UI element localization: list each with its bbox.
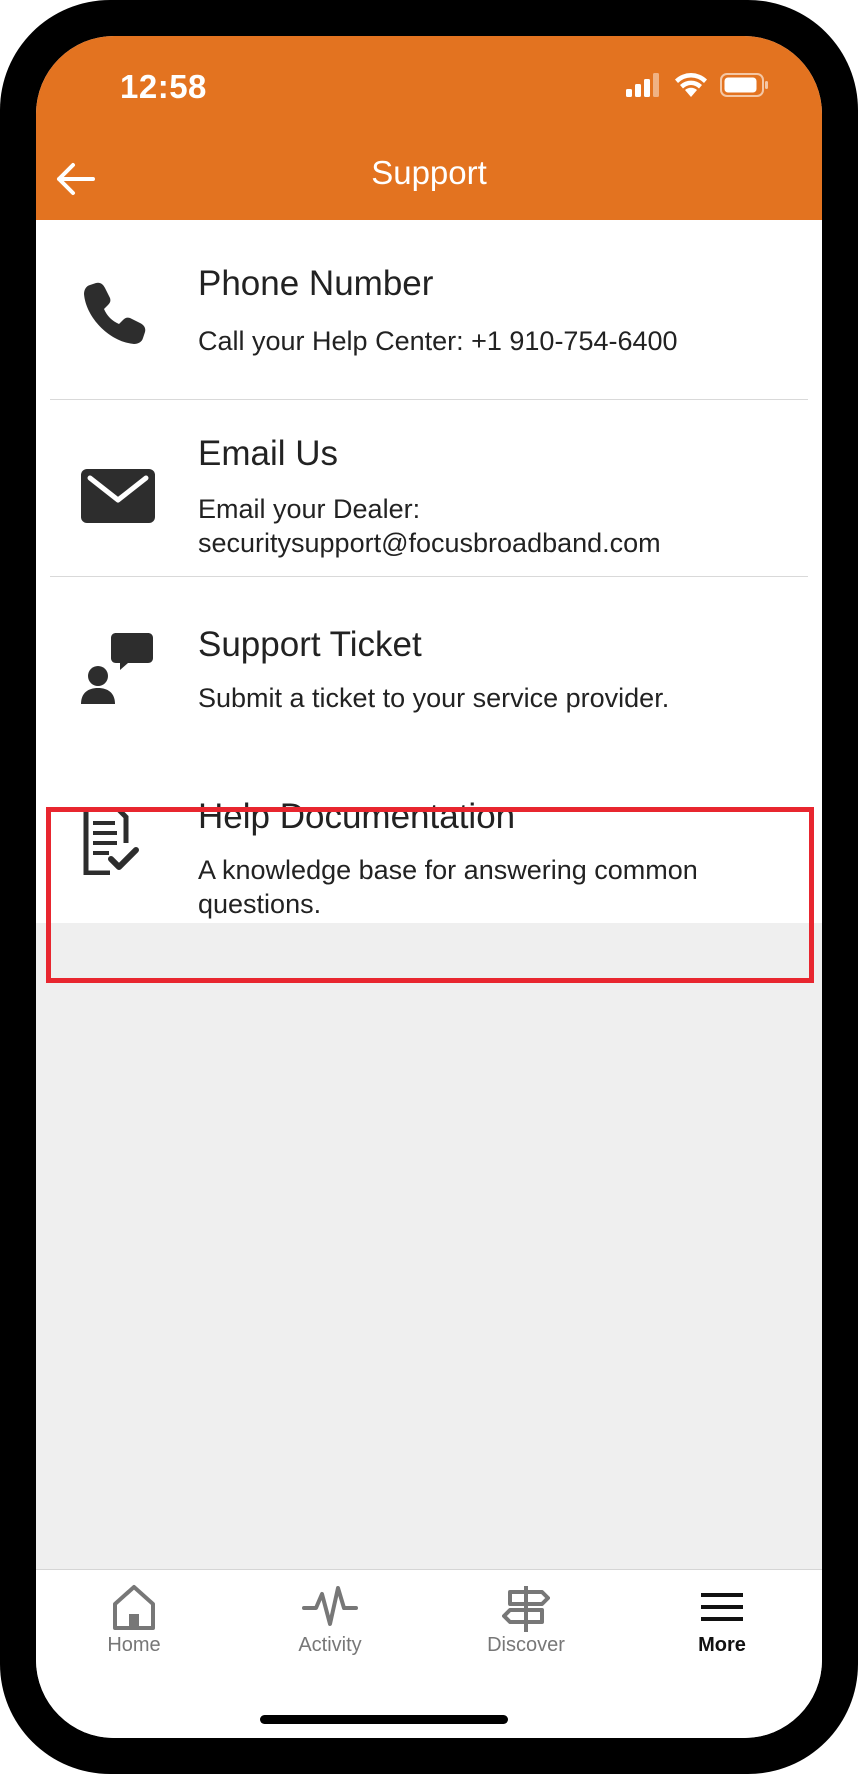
wifi-icon [674,72,708,102]
status-time: 12:58 [120,68,207,105]
app-header: 12:58 Support [36,36,822,220]
menu-icon [624,1584,820,1632]
support-options-list: Phone Number Call your Help Center: +1 9… [36,220,822,923]
option-description-line: A knowledge base for answering common [198,855,698,885]
support-option-phone[interactable]: Phone Number Call your Help Center: +1 9… [36,220,822,400]
support-option-help-docs[interactable]: Help Documentation A knowledge base for … [36,749,822,923]
status-icons [626,72,770,103]
tab-more[interactable]: More [624,1570,820,1680]
document-check-icon [80,806,140,880]
page-title: Support [371,154,487,191]
option-title: Support Ticket [198,625,422,664]
option-description: Email your Dealer: securitysupport@focus… [198,492,778,560]
option-description-line: questions. [198,889,322,919]
option-description: Submit a ticket to your service provider… [198,683,670,713]
cellular-signal-icon [626,72,662,102]
screen: 12:58 Support Phone Number Call your Hel… [36,36,822,1738]
option-description: A knowledge base for answering common qu… [198,853,778,921]
option-email-address: securitysupport@focusbroadband.com [198,528,661,558]
signpost-icon [428,1584,624,1632]
tab-discover[interactable]: Discover [428,1570,624,1680]
option-title: Email Us [198,434,339,473]
support-option-ticket[interactable]: Support Ticket Submit a ticket to your s… [36,577,822,749]
phone-icon [80,278,150,353]
tab-activity[interactable]: Activity [232,1570,428,1680]
envelope-icon [80,468,156,529]
tab-label: Discover [487,1634,565,1656]
tab-home[interactable]: Home [36,1570,232,1680]
tab-label: Activity [298,1634,362,1656]
home-indicator[interactable] [260,1715,508,1724]
home-icon [36,1584,232,1632]
option-description: Call your Help Center: +1 910-754-6400 [198,326,678,356]
battery-icon [720,72,770,103]
activity-icon [232,1584,428,1632]
option-title: Phone Number [198,264,434,303]
option-description-line: Email your Dealer: [198,494,421,524]
bottom-tab-bar: Home Activity Discover More [36,1569,822,1738]
tab-label: More [698,1634,746,1656]
support-option-email[interactable]: Email Us Email your Dealer: securitysupp… [36,400,822,577]
tab-label: Home [107,1634,161,1656]
support-ticket-icon [80,631,154,710]
phone-frame: 12:58 Support Phone Number Call your Hel… [0,0,858,1774]
option-title: Help Documentation [198,797,516,836]
